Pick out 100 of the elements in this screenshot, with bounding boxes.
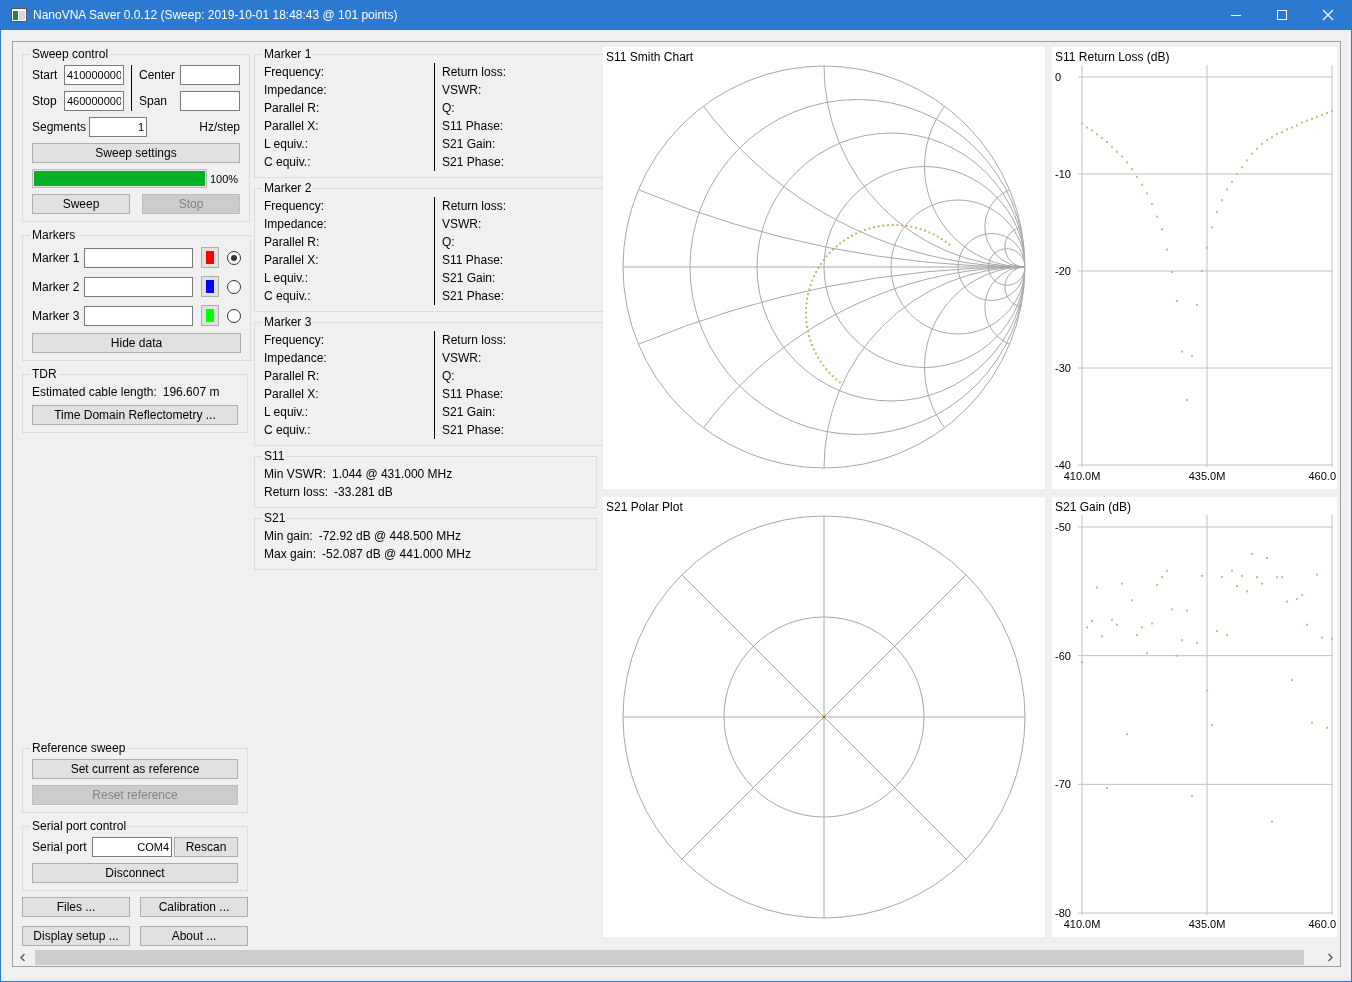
axis-label: -20 <box>1055 265 1071 277</box>
close-icon <box>1322 9 1334 21</box>
window-title: NanoVNA Saver 0.0.12 (Sweep: 2019-10-01 18:48:43 @ 101 points) <box>33 8 398 22</box>
hide-data-button[interactable]: Hide data <box>32 333 241 353</box>
field-label: L equiv.: <box>264 136 310 153</box>
field-label: Impedance: <box>264 350 328 367</box>
field-label: Return loss: <box>442 332 508 349</box>
field-label: Segments <box>32 120 88 134</box>
marker-label: Marker 1 <box>32 250 81 265</box>
axis-label: -50 <box>1055 521 1071 533</box>
radio-button[interactable] <box>227 279 241 294</box>
field-value: -33.281 dB <box>334 484 393 501</box>
field-label: Center <box>139 68 177 82</box>
input-field[interactable] <box>180 91 240 111</box>
menu-button[interactable]: Calibration ... <box>140 897 248 917</box>
field-label: Q: <box>442 368 456 385</box>
field-label: C equiv.: <box>264 422 312 439</box>
field-label: C equiv.: <box>264 288 312 305</box>
axis-label: -80 <box>1055 907 1071 919</box>
maximize-icon <box>1276 9 1288 21</box>
app-icon <box>11 8 27 22</box>
group-title: Reference sweep <box>31 741 127 755</box>
field-label: Start <box>32 68 59 82</box>
group-title: Serial port control <box>31 819 128 833</box>
field-label: L equiv.: <box>264 270 310 287</box>
group-title: TDR <box>31 367 58 381</box>
input-field[interactable] <box>180 65 240 85</box>
field-label: Parallel X: <box>264 386 320 403</box>
chart-title: S11 Return Loss (dB) <box>1055 50 1170 64</box>
field-label: Impedance: <box>264 82 328 99</box>
field-label: Parallel X: <box>264 118 320 135</box>
progress-reading: 100% <box>210 172 239 185</box>
cable-length-value: 196.607 m <box>162 385 220 399</box>
field-label: Min VSWR: <box>264 466 326 483</box>
input-field[interactable]: 460000000 <box>64 91 124 111</box>
field-label: S11 Phase: <box>442 118 505 135</box>
field-value: -52.087 dB @ 441.000 MHz <box>322 546 471 563</box>
field-label: Return loss: <box>442 198 508 215</box>
sweep-button[interactable]: Sweep <box>32 194 130 214</box>
field-label: S21 Phase: <box>442 154 506 171</box>
field-label: Parallel X: <box>264 252 320 269</box>
field-label: Impedance: <box>264 216 328 233</box>
group-title: Marker 2 <box>263 181 313 195</box>
radio-button[interactable] <box>227 308 241 323</box>
group-title: Marker 3 <box>263 315 313 329</box>
field-label: Frequency: <box>264 332 326 349</box>
group-title: S21 <box>263 511 287 525</box>
field-label: S21 Gain: <box>442 404 497 421</box>
marker-frequency-field[interactable] <box>84 247 193 268</box>
rescan-button[interactable]: Rescan <box>174 837 238 857</box>
menu-button[interactable]: About ... <box>140 926 248 946</box>
color-picker-button[interactable] <box>201 247 219 268</box>
field-label: S21 Phase: <box>442 288 506 305</box>
field-label: S11 Phase: <box>442 252 505 269</box>
field-label: Q: <box>442 234 456 251</box>
serial-port-field[interactable]: COM4 <box>92 837 172 857</box>
field-label: L equiv.: <box>264 404 310 421</box>
field-label: Max gain: <box>264 546 317 563</box>
field-label: Frequency: <box>264 64 326 81</box>
marker-label: Marker 3 <box>32 308 81 323</box>
sweep-settings-button[interactable]: Sweep settings <box>32 143 240 163</box>
data-point <box>822 715 826 719</box>
field-label: S21 Gain: <box>442 270 497 287</box>
axis-label: 410.0M <box>1063 470 1101 482</box>
input-field[interactable]: 1 <box>89 117 147 137</box>
group-title: Sweep control <box>31 47 110 61</box>
axis-label: 460.0 <box>1308 470 1336 482</box>
input-field[interactable]: 410000000 <box>64 65 124 85</box>
field-label: VSWR: <box>442 350 483 367</box>
marker-frequency-field[interactable] <box>84 276 193 297</box>
chart-title: S21 Gain (dB) <box>1055 500 1132 514</box>
color-picker-button[interactable] <box>201 276 219 297</box>
disconnect-button[interactable]: Disconnect <box>32 863 238 883</box>
radio-button[interactable] <box>227 250 241 265</box>
field-label: Parallel R: <box>264 100 321 117</box>
chart-title: S11 Smith Chart <box>606 50 694 64</box>
field-label: Q: <box>442 100 456 117</box>
color-picker-button[interactable] <box>201 305 219 326</box>
field-label: Frequency: <box>264 198 326 215</box>
axis-label: -70 <box>1055 778 1071 791</box>
axis-label: 0 <box>1055 71 1062 83</box>
field-label: Span <box>139 94 169 108</box>
axis-label: -40 <box>1055 459 1071 471</box>
marker-frequency-field[interactable] <box>84 305 193 326</box>
unit-label: Hz/step <box>199 120 240 134</box>
field-value: -72.92 dB @ 448.500 MHz <box>318 528 461 545</box>
axis-label: 435.0M <box>1188 918 1226 930</box>
field-label: S11 Phase: <box>442 386 505 403</box>
axis-label: 435.0M <box>1188 470 1226 482</box>
menu-button[interactable]: Files ... <box>22 897 130 917</box>
reference-button[interactable]: Set current as reference <box>32 759 238 779</box>
field-label: VSWR: <box>442 82 483 99</box>
field-label: Serial port <box>32 840 88 854</box>
group-title: Markers <box>31 228 77 242</box>
tdr-button[interactable]: Time Domain Reflectometry ... <box>32 405 238 425</box>
field-label: C equiv.: <box>264 154 312 171</box>
group-title: S11 <box>263 449 286 463</box>
group-title: Marker 1 <box>263 47 313 61</box>
field-label: Estimated cable length: <box>32 385 157 399</box>
menu-button[interactable]: Display setup ... <box>22 926 130 946</box>
